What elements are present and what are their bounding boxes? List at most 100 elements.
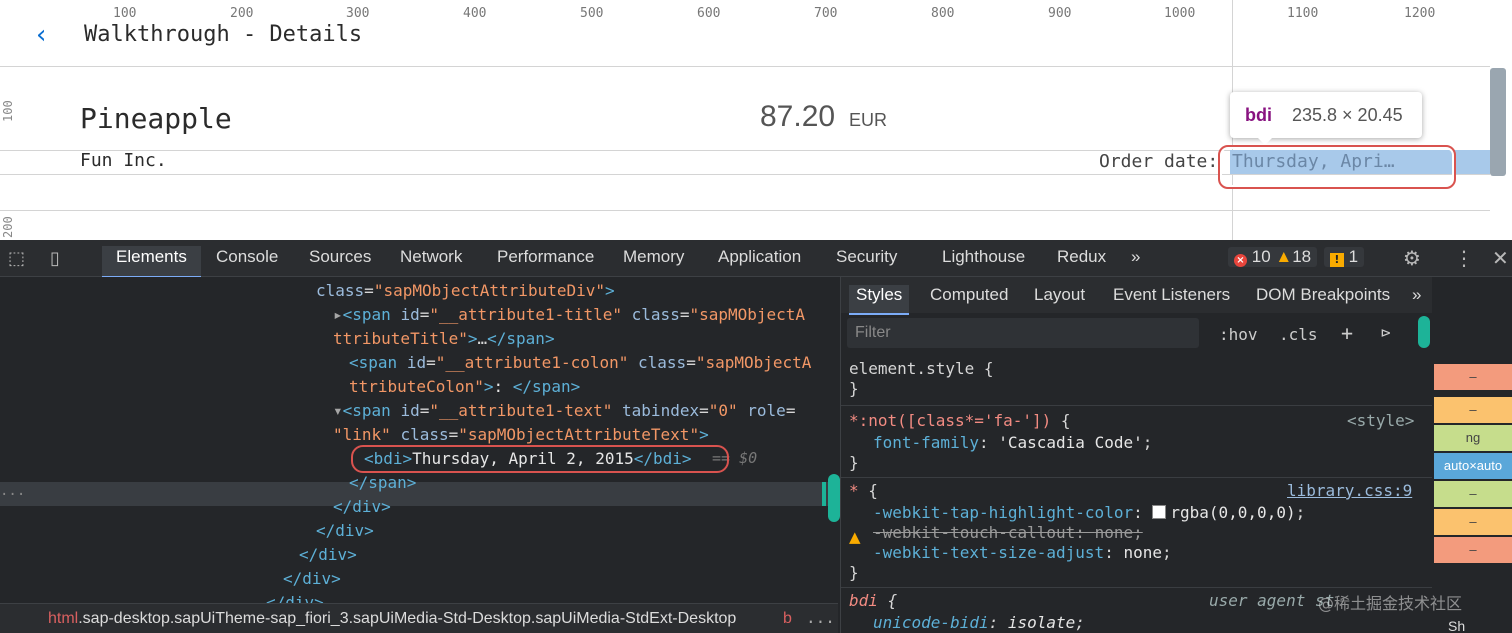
rule-selector[interactable]: bdi { (849, 591, 897, 611)
dom-line[interactable]: ▾<span id="__attribute1-text" tabindex="… (333, 401, 795, 421)
css-declaration[interactable]: unicode-bidi: isolate; (873, 613, 1085, 633)
dom-line[interactable]: class="sapMObjectAttributeDiv"> (316, 281, 615, 301)
class-toggle-button[interactable]: .cls (1279, 325, 1318, 344)
tab-application[interactable]: Application (704, 246, 815, 276)
css-declaration[interactable]: -webkit-text-size-adjust: none; (873, 543, 1172, 563)
inspect-tooltip: bdi 235.8 × 20.45 (1230, 92, 1422, 145)
order-date-label: Order date: (1099, 151, 1219, 172)
warning-icon: ▲ (1275, 247, 1293, 266)
expand-triangle-icon[interactable]: ▸ (333, 305, 343, 324)
dom-line[interactable]: </div> (266, 593, 324, 603)
dom-line[interactable]: ttributeTitle">…</span> (333, 329, 555, 349)
gear-icon[interactable]: ⚙ (1403, 246, 1421, 270)
tab-redux[interactable]: Redux (1043, 246, 1120, 276)
tab-elements[interactable]: Elements (102, 246, 201, 278)
dom-line[interactable]: </div> (333, 497, 391, 517)
more-tabs-button[interactable]: » (1117, 246, 1154, 276)
collapse-triangle-icon[interactable]: ▾ (333, 401, 343, 420)
ruler-left: 100 200 (0, 0, 18, 240)
dom-line[interactable]: </span> (349, 473, 416, 493)
box-model-cell: – (1434, 481, 1512, 507)
box-model-cell: – (1434, 509, 1512, 535)
css-declaration-invalid[interactable]: -webkit-touch-callout: none; (873, 523, 1143, 543)
object-price: 87.20 (760, 100, 836, 133)
color-swatch-icon[interactable] (1152, 505, 1167, 519)
toggle-sidebar-icon[interactable]: ⊳ (1381, 323, 1391, 342)
new-rule-button[interactable]: + (1341, 321, 1353, 345)
ruler-tick: 100 (113, 6, 137, 21)
ruler-tick: 600 (697, 6, 721, 21)
styles-tabbar: Styles Computed Layout Event Listeners D… (841, 277, 1433, 315)
breadcrumb-body[interactable]: b (783, 610, 792, 628)
rule-selector[interactable]: *:not([class*='fa-']) { (849, 411, 1071, 431)
rule-selector[interactable]: element.style { (849, 359, 994, 379)
tab-event-listeners[interactable]: Event Listeners (1106, 285, 1237, 313)
tooltip-tag: bdi (1245, 105, 1272, 125)
tab-security[interactable]: Security (822, 246, 911, 276)
node-actions[interactable]: ... (0, 483, 25, 499)
styles-filter-input[interactable]: Filter (847, 318, 1199, 348)
tab-dom-breakpoints[interactable]: DOM Breakpoints (1249, 285, 1397, 313)
tab-sources[interactable]: Sources (295, 246, 385, 276)
chevron-left-icon[interactable]: ‹ (36, 22, 46, 48)
tab-console[interactable]: Console (202, 246, 292, 276)
rule-source[interactable]: <style> (1347, 411, 1414, 430)
object-currency: EUR (849, 110, 888, 130)
console-counts[interactable]: × 10 ▲18 ! 1 (1228, 247, 1366, 269)
tab-layout[interactable]: Layout (1027, 285, 1092, 313)
scrollbar[interactable] (1490, 68, 1506, 176)
rule-close: } (849, 453, 859, 472)
dom-line[interactable]: <span id="__attribute1-colon" class="sap… (349, 353, 811, 373)
dom-line[interactable]: ttributeColon">: </span> (349, 377, 580, 397)
rule-close: } (849, 563, 859, 582)
rule-divider (841, 587, 1433, 588)
ruler-tick: 500 (580, 6, 604, 21)
ruler-tick: 1200 (1404, 6, 1436, 21)
breadcrumb-more[interactable]: ... (806, 608, 835, 627)
tab-memory[interactable]: Memory (609, 246, 698, 276)
dom-line[interactable]: "link" class="sapMObjectAttributeText"> (333, 425, 709, 445)
scrollbar[interactable] (1418, 316, 1430, 348)
dom-line[interactable]: </div> (316, 521, 374, 541)
box-model-cell: – (1434, 397, 1512, 423)
dom-line[interactable]: </div> (283, 569, 341, 589)
selection-gutter (822, 482, 826, 506)
inspect-element-icon[interactable]: ⬚ (8, 248, 25, 269)
device-toolbar-icon[interactable]: ▯ (50, 248, 60, 269)
rule-source: user agent st (1209, 591, 1335, 610)
ruler-top: 100 200 300 400 500 600 700 800 900 1000… (0, 0, 1512, 21)
tab-computed[interactable]: Computed (923, 285, 1015, 313)
css-declaration[interactable]: -webkit-tap-highlight-color: rgba(0,0,0,… (873, 503, 1305, 523)
box-model-strip: – – ng auto×auto – – – (1432, 277, 1512, 633)
kebab-menu-icon[interactable]: ⋮ (1454, 246, 1474, 270)
box-model-cell: – (1434, 537, 1512, 563)
css-declaration[interactable]: font-family: 'Cascadia Code'; (873, 433, 1152, 453)
watermark: @稀土掘金技术社区 (1318, 594, 1463, 613)
rule-selector[interactable]: * { (849, 481, 878, 501)
dom-line[interactable]: </div> (299, 545, 357, 565)
page-title: Walkthrough - Details (84, 22, 363, 47)
warning-icon: ▲ (849, 528, 861, 546)
breadcrumb-html[interactable]: html.sap-desktop.sapUiTheme-sap_fiori_3.… (48, 610, 736, 628)
scrollbar[interactable] (828, 474, 840, 522)
object-company: Fun Inc. (80, 150, 167, 171)
guide-line (0, 66, 1490, 67)
hover-state-button[interactable]: :hov (1219, 325, 1258, 344)
dom-line[interactable]: ▸<span id="__attribute1-title" class="sa… (333, 305, 805, 325)
error-icon: × (1234, 254, 1247, 267)
ruler-tick: 200 (1, 216, 15, 238)
tab-styles[interactable]: Styles (849, 285, 910, 315)
rule-divider (841, 477, 1433, 478)
more-tabs-button[interactable]: » (1405, 285, 1428, 313)
tab-network[interactable]: Network (386, 246, 476, 276)
show-all-checkbox-label[interactable]: Sh (1448, 618, 1465, 633)
tab-lighthouse[interactable]: Lighthouse (928, 246, 1039, 276)
close-icon[interactable]: ✕ (1492, 246, 1509, 270)
tab-performance[interactable]: Performance (483, 246, 608, 276)
object-title: Pineapple (80, 102, 232, 135)
ruler-tick: 300 (346, 6, 370, 21)
rule-source-link[interactable]: library.css:9 (1287, 481, 1412, 500)
ruler-tick: 100 (1, 100, 15, 122)
issue-icon: ! (1329, 253, 1344, 267)
ruler-tick: 1000 (1164, 6, 1196, 21)
